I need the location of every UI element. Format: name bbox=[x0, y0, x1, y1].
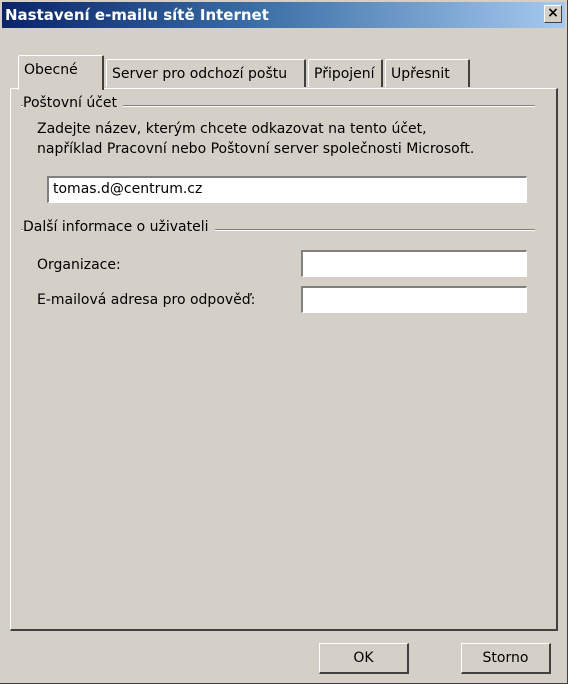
user-group-title: Další informace o uživateli bbox=[23, 219, 215, 235]
tab-panel: Poštovní účet Zadejte název, kterým chce… bbox=[10, 88, 558, 631]
tab-label: Obecné bbox=[24, 62, 78, 78]
tab-label: Připojení bbox=[314, 66, 375, 82]
account-name-input[interactable]: tomas.d@centrum.cz bbox=[47, 176, 527, 203]
close-icon: × bbox=[547, 5, 559, 21]
tab-advanced[interactable]: Upřesnit bbox=[385, 59, 470, 87]
account-name-value: tomas.d@centrum.cz bbox=[53, 181, 203, 197]
account-group-title: Poštovní účet bbox=[23, 95, 124, 111]
reply-email-input[interactable] bbox=[301, 286, 527, 313]
cancel-button[interactable]: Storno bbox=[461, 643, 551, 674]
tab-outgoing-server[interactable]: Server pro odchozí poštu bbox=[106, 59, 306, 87]
ok-button[interactable]: OK bbox=[319, 643, 409, 674]
window-title: Nastavení e-mailu sítě Internet bbox=[5, 6, 269, 24]
cancel-button-label: Storno bbox=[482, 650, 529, 666]
close-button[interactable]: × bbox=[544, 5, 562, 23]
ok-button-label: OK bbox=[353, 650, 374, 666]
reply-email-label: E-mailová adresa pro odpověď: bbox=[37, 292, 256, 308]
organization-input[interactable] bbox=[301, 250, 527, 277]
organization-label: Organizace: bbox=[37, 257, 121, 273]
title-bar[interactable]: Nastavení e-mailu sítě Internet × bbox=[2, 2, 565, 28]
tab-general[interactable]: Obecné bbox=[18, 55, 104, 90]
account-description-line2: například Pracovní nebo Poštovní server … bbox=[37, 141, 475, 157]
dialog-window: Nastavení e-mailu sítě Internet × Obecné… bbox=[0, 0, 568, 684]
tab-label: Server pro odchozí poštu bbox=[112, 66, 288, 82]
account-description-line1: Zadejte název, kterým chcete odkazovat n… bbox=[37, 121, 427, 137]
tab-label: Upřesnit bbox=[391, 66, 450, 82]
tab-connection[interactable]: Připojení bbox=[308, 59, 383, 87]
